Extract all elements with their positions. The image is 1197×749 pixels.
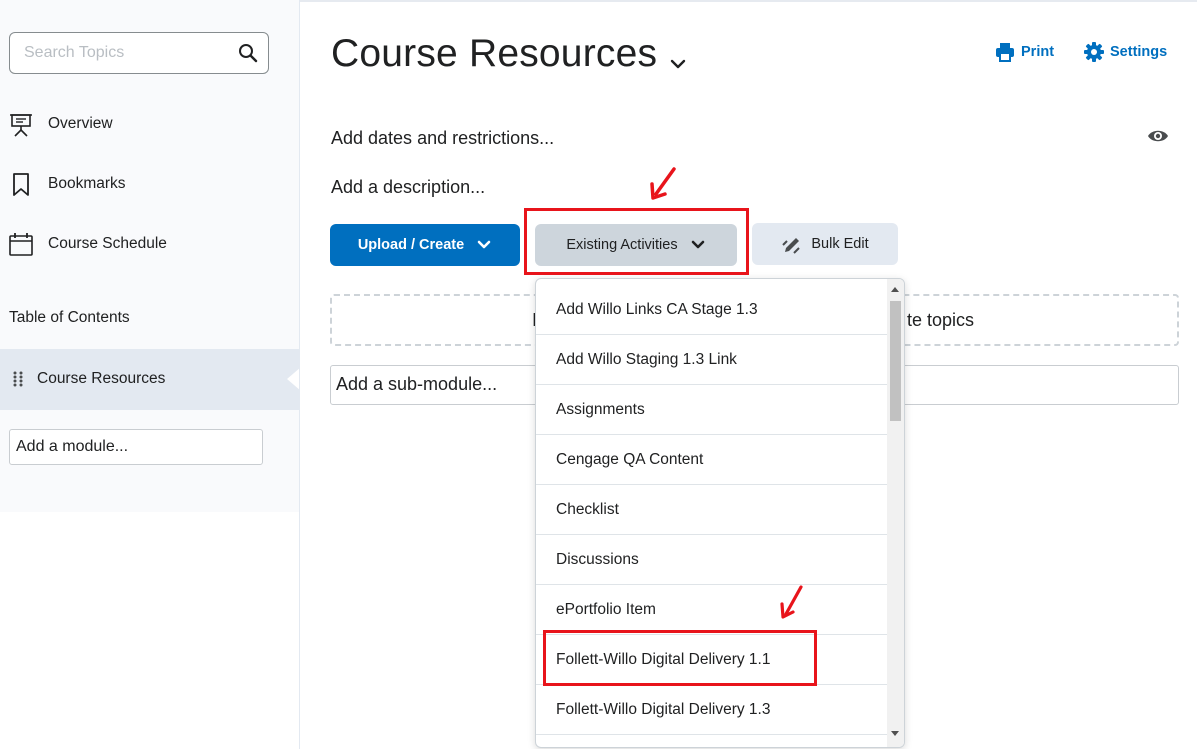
sidebar-item-course-schedule[interactable]: Course Schedule: [8, 229, 167, 259]
upload-create-button[interactable]: Upload / Create: [330, 224, 520, 266]
bulk-edit-button[interactable]: Bulk Edit: [752, 223, 898, 265]
sidebar-item-label: Bookmarks: [48, 175, 126, 192]
highlight-box-existing-activities: [524, 208, 749, 275]
print-button[interactable]: Print: [995, 42, 1054, 62]
menu-item[interactable]: Cengage QA Content: [536, 435, 888, 485]
sidebar-item-label: Course Schedule: [48, 235, 167, 252]
settings-button[interactable]: Settings: [1084, 42, 1167, 62]
search-box[interactable]: [9, 32, 269, 74]
sidebar-item-bookmarks[interactable]: Bookmarks: [8, 169, 126, 199]
search-input[interactable]: [24, 43, 224, 63]
menu-scrollbar[interactable]: [887, 279, 904, 747]
scrollbar-thumb[interactable]: [890, 301, 901, 421]
menu-item[interactable]: ePortfolio Item: [536, 585, 888, 635]
scroll-down-arrow-icon[interactable]: [891, 731, 899, 736]
page-title[interactable]: Course Resources: [331, 32, 657, 76]
calendar-icon: [8, 231, 34, 257]
settings-label: Settings: [1110, 44, 1168, 60]
table-of-contents-heading: Table of Contents: [9, 309, 130, 326]
scroll-up-arrow-icon[interactable]: [891, 287, 899, 292]
pencil-icon: [782, 238, 801, 254]
bookmark-icon: [8, 171, 34, 197]
add-module-input[interactable]: Add a module...: [9, 429, 263, 465]
add-submodule-label: Add a sub-module...: [336, 374, 498, 394]
drag-handle-icon[interactable]: [12, 370, 24, 388]
sidebar-item-label: Course Resources: [37, 370, 166, 387]
menu-item[interactable]: Follett-Willo Digital Delivery 1.3: [536, 685, 888, 735]
printer-icon: [996, 43, 1014, 62]
gear-icon: [1084, 42, 1104, 62]
add-dates-link[interactable]: Add dates and restrictions...: [331, 128, 554, 149]
menu-item[interactable]: Assignments: [536, 385, 888, 435]
menu-item[interactable]: Add Willo Links CA Stage 1.3: [536, 285, 888, 335]
menu-item[interactable]: Checklist: [536, 485, 888, 535]
menu-item[interactable]: Add Willo Staging 1.3 Link: [536, 335, 888, 385]
chevron-down-icon: [477, 240, 491, 249]
red-arrow-icon: [650, 167, 676, 200]
upload-create-label: Upload / Create: [357, 237, 465, 253]
menu-item[interactable]: Discussions: [536, 535, 888, 585]
print-label: Print: [1021, 44, 1055, 60]
search-icon[interactable]: [238, 43, 258, 63]
presentation-icon: [8, 111, 34, 137]
sidebar-item-label: Overview: [48, 115, 113, 132]
chevron-down-icon[interactable]: [668, 54, 688, 74]
sidebar-item-course-resources[interactable]: Course Resources: [0, 349, 301, 410]
red-arrow-icon: [780, 585, 803, 619]
dropzone-text: te topics: [906, 310, 974, 330]
bulk-edit-label: Bulk Edit: [811, 236, 869, 252]
sidebar-item-overview[interactable]: Overview: [8, 109, 113, 139]
sidebar: Overview Bookmarks Course Schedule Table…: [0, 0, 301, 749]
sidebar-divider: [299, 0, 300, 749]
add-description-link[interactable]: Add a description...: [331, 177, 485, 198]
eye-icon[interactable]: [1147, 127, 1169, 145]
highlight-box-follett-item: [543, 630, 817, 686]
